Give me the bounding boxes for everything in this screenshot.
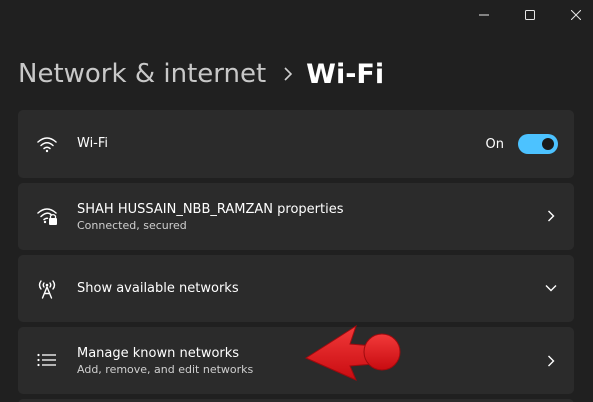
settings-window: Network & internet Wi-Fi Wi-Fi On SHAH H…	[0, 0, 593, 402]
list-icon	[36, 349, 58, 371]
wifi-icon	[36, 133, 58, 155]
wifi-toggle-group: On	[486, 134, 558, 154]
page-title: Wi-Fi	[306, 58, 385, 90]
wifi-toggle-label: On	[485, 136, 504, 152]
maximize-icon	[525, 10, 535, 20]
known-text-group: Manage known networks Add, remove, and e…	[77, 345, 253, 377]
available-title: Show available networks	[77, 281, 239, 296]
wifi-title: Wi-Fi	[77, 136, 109, 151]
network-properties-card[interactable]: SHAH HUSSAIN_NBB_RAMZAN properties Conne…	[18, 183, 574, 250]
available-text-group: Show available networks	[77, 280, 239, 297]
wifi-toggle-switch[interactable]	[518, 134, 558, 154]
properties-subtitle: Connected, secured	[77, 219, 187, 232]
close-icon	[571, 10, 581, 20]
close-button[interactable]	[553, 0, 593, 30]
chevron-right-icon	[284, 67, 293, 81]
properties-text-group: SHAH HUSSAIN_NBB_RAMZAN properties Conne…	[77, 201, 344, 233]
wifi-toggle-card[interactable]: Wi-Fi On	[18, 110, 574, 178]
manage-known-networks-card[interactable]: Manage known networks Add, remove, and e…	[18, 327, 574, 394]
show-available-networks-card[interactable]: Show available networks	[18, 255, 574, 322]
known-title: Manage known networks	[77, 346, 240, 361]
breadcrumb: Network & internet Wi-Fi	[18, 54, 384, 94]
wifi-text-group: Wi-Fi	[77, 135, 108, 152]
wifi-secure-icon	[36, 205, 58, 227]
antenna-icon	[36, 278, 58, 300]
chevron-right-icon	[544, 209, 558, 223]
chevron-right-icon	[544, 354, 558, 368]
chevron-down-icon	[544, 281, 558, 295]
properties-title: SHAH HUSSAIN_NBB_RAMZAN properties	[77, 202, 344, 217]
breadcrumb-parent-link[interactable]: Network & internet	[18, 59, 266, 89]
maximize-button[interactable]	[507, 0, 553, 30]
red-arrow-icon	[304, 324, 401, 381]
minimize-icon	[479, 14, 489, 16]
known-subtitle: Add, remove, and edit networks	[77, 363, 254, 376]
toggle-knob	[542, 138, 554, 150]
minimize-button[interactable]	[461, 0, 507, 30]
